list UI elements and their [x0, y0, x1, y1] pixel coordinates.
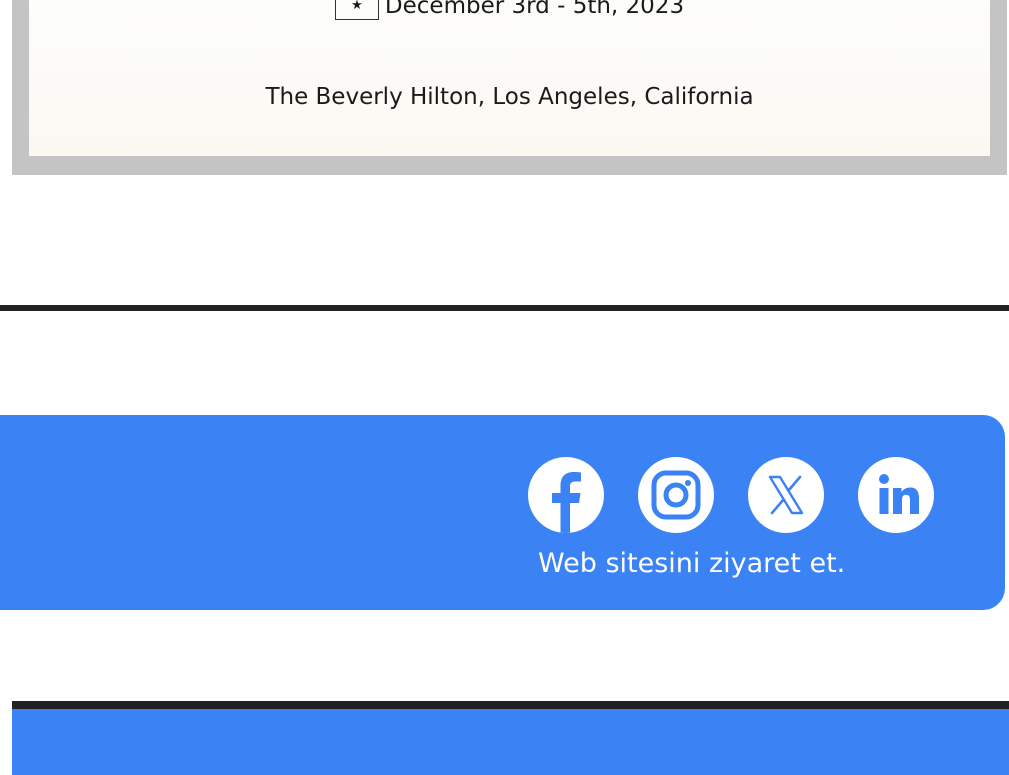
- visit-website-link[interactable]: Web sitesini ziyaret et.: [538, 548, 845, 579]
- event-banner: ★ December 3rd - 5th, 2023 The Beverly Hi…: [12, 0, 1007, 175]
- social-bar: Web sitesini ziyaret et.: [0, 415, 1005, 610]
- social-icons: [528, 457, 934, 533]
- event-venue: The Beverly Hilton, Los Angeles, Califor…: [265, 84, 754, 110]
- event-date: December 3rd - 5th, 2023: [384, 0, 685, 19]
- instagram-icon[interactable]: [638, 457, 714, 533]
- linkedin-icon[interactable]: [858, 457, 934, 533]
- star-icon: ★: [334, 0, 379, 20]
- section-divider: [0, 305, 1009, 311]
- footer-divider: [12, 701, 1009, 709]
- email-page: ★ December 3rd - 5th, 2023 The Beverly Hi…: [0, 0, 1009, 775]
- x-icon[interactable]: [748, 457, 824, 533]
- footer-block: [12, 709, 1009, 775]
- event-banner-image: ★ December 3rd - 5th, 2023 The Beverly Hi…: [29, 0, 990, 156]
- facebook-icon[interactable]: [528, 457, 604, 533]
- event-date-row: ★ December 3rd - 5th, 2023: [29, 0, 990, 20]
